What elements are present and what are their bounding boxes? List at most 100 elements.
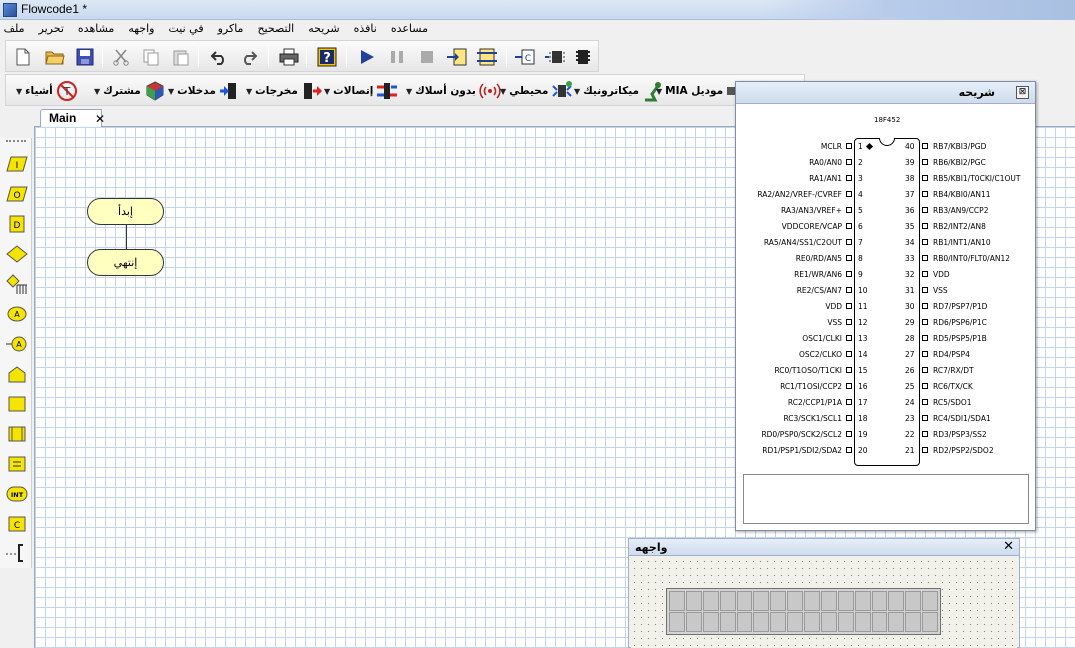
chip-pin-left[interactable]: RE1/WR/AN6 — [794, 268, 852, 280]
chip-pin-right[interactable]: RD3/PSP3/SS2 — [922, 428, 987, 440]
chip-pin-right[interactable]: RC7/RX/DT — [922, 364, 974, 376]
undo-button[interactable] — [208, 46, 230, 68]
pin-connector[interactable] — [846, 287, 852, 293]
end-node[interactable]: إنتهي — [87, 249, 164, 276]
chip-pin-left[interactable]: RA3/AN3/VREF+ — [781, 204, 852, 216]
pin-connector[interactable] — [922, 383, 928, 389]
chip-program-button[interactable] — [572, 46, 594, 68]
chip-pin-left[interactable]: VDDCORE/VCAP — [782, 220, 852, 232]
chip-pin-right[interactable]: RD2/PSP2/SDO2 — [922, 444, 994, 456]
chip-pin-left[interactable]: RE2/CS/AN7 — [797, 284, 852, 296]
pin-connector[interactable] — [846, 271, 852, 277]
redo-button[interactable] — [238, 46, 260, 68]
decision-block-icon[interactable] — [5, 242, 29, 266]
interrupt-block-icon[interactable]: INT — [5, 482, 29, 506]
chip-pin-left[interactable]: MCLR — [821, 140, 852, 152]
pause-button[interactable] — [386, 46, 408, 68]
menu-item-4[interactable]: في نيت — [168, 22, 203, 35]
category-wireless[interactable]: بدون أسلاك ▼ — [406, 79, 501, 103]
tab-main[interactable]: Main ✕ — [40, 109, 105, 127]
pin-connector[interactable] — [922, 431, 928, 437]
copy-button[interactable] — [140, 46, 162, 68]
stop-button[interactable] — [416, 46, 438, 68]
chip-pin-right[interactable]: VDD — [922, 268, 950, 280]
step-over-button[interactable] — [476, 46, 498, 68]
chip-pin-right[interactable]: RB1/INT1/AN10 — [922, 236, 991, 248]
open-button[interactable] — [44, 46, 66, 68]
chip-pin-right[interactable]: RB5/KBI1/T0CKI/C1OUT — [922, 172, 1020, 184]
pin-connector[interactable] — [846, 447, 852, 453]
tab-close-icon[interactable]: ✕ — [95, 112, 105, 126]
chip-pin-left[interactable]: OSC1/CLKI — [802, 332, 852, 344]
pin-connector[interactable] — [922, 319, 928, 325]
comment-block-icon[interactable] — [5, 540, 29, 564]
output-block-icon[interactable]: O — [5, 182, 29, 206]
component-macro-icon[interactable] — [5, 392, 29, 416]
pin-connector[interactable] — [846, 239, 852, 245]
chip-pin-left[interactable]: RC2/CCP1/P1A — [788, 396, 852, 408]
chip-pin-left[interactable]: VDD — [825, 300, 852, 312]
input-block-icon[interactable]: I — [5, 152, 29, 176]
lcd-display[interactable] — [666, 588, 941, 635]
pin-connector[interactable] — [922, 207, 928, 213]
pin-connector[interactable] — [922, 367, 928, 373]
compile-hex-button[interactable] — [544, 46, 566, 68]
pin-connector[interactable] — [846, 143, 852, 149]
cut-button[interactable] — [110, 46, 132, 68]
pin-connector[interactable] — [846, 175, 852, 181]
pin-connector[interactable] — [922, 239, 928, 245]
compile-c-button[interactable]: C — [514, 46, 536, 68]
delay-block-icon[interactable]: D — [5, 212, 29, 236]
chip-pin-left[interactable]: RA1/AN1 — [809, 172, 852, 184]
chip-pin-left[interactable]: RC0/T1OSO/T1CKI — [774, 364, 852, 376]
chip-pin-right[interactable]: RC5/SDO1 — [922, 396, 972, 408]
menu-item-3[interactable]: واجهه — [128, 22, 154, 35]
chip-pin-left[interactable]: RD1/PSP1/SDI2/SDA2 — [762, 444, 852, 456]
chip-pin-left[interactable]: RE0/RD/AN5 — [796, 252, 852, 264]
chip-pin-right[interactable]: RB2/INT2/AN8 — [922, 220, 986, 232]
pin-connector[interactable] — [922, 415, 928, 421]
menu-item-6[interactable]: التصحيح — [257, 22, 294, 35]
pin-connector[interactable] — [922, 303, 928, 309]
pin-connector[interactable] — [922, 159, 928, 165]
panel-close-icon[interactable]: ✕ — [1003, 539, 1014, 554]
chip-pin-left[interactable]: VSS — [827, 316, 852, 328]
menu-item-8[interactable]: نافذه — [354, 22, 377, 35]
new-file-button[interactable] — [12, 46, 34, 68]
menu-item-9[interactable]: مساعده — [391, 22, 428, 35]
software-macro-icon[interactable] — [5, 422, 29, 446]
category-objects[interactable]: T أشياء ▼ — [16, 79, 78, 103]
pin-connector[interactable] — [846, 303, 852, 309]
pin-connector[interactable] — [846, 191, 852, 197]
pin-connector[interactable] — [846, 335, 852, 341]
chip-pin-right[interactable]: VSS — [922, 284, 948, 296]
pin-connector[interactable] — [846, 207, 852, 213]
chip-pin-right[interactable]: RB3/AN9/CCP2 — [922, 204, 988, 216]
panel-window-header[interactable]: واجهه ✕ — [629, 539, 1019, 556]
chip-pin-left[interactable]: RD0/PSP0/SCK2/SCL2 — [761, 428, 852, 440]
chip-pin-left[interactable]: RC1/T1OSI/CCP2 — [780, 380, 852, 392]
chip-pin-right[interactable]: RD4/PSP4 — [922, 348, 970, 360]
chip-pin-right[interactable]: RD5/PSP5/P1B — [922, 332, 987, 344]
pin-connector[interactable] — [922, 255, 928, 261]
category-peripheral[interactable]: محيطي ▼ — [500, 79, 573, 103]
pin-connector[interactable] — [922, 399, 928, 405]
chip-pin-left[interactable]: RA2/AN2/VREF-/CVREF — [757, 188, 852, 200]
chip-pin-right[interactable]: RC6/TX/CK — [922, 380, 973, 392]
pin-connector[interactable] — [922, 335, 928, 341]
category-inputs[interactable]: مدخلات ▼ — [168, 79, 241, 103]
loop-block-icon[interactable] — [5, 362, 29, 386]
c-code-block-icon[interactable]: C — [5, 512, 29, 536]
start-node[interactable]: إبدأ — [87, 198, 164, 225]
pin-connector[interactable] — [922, 143, 928, 149]
pin-connector[interactable] — [922, 223, 928, 229]
palette-grip[interactable] — [6, 140, 26, 143]
chip-pin-left[interactable]: OSC2/CLKO — [799, 348, 852, 360]
pin-connector[interactable] — [846, 399, 852, 405]
chip-pin-right[interactable]: RC4/SDI1/SDA1 — [922, 412, 991, 424]
run-button[interactable] — [356, 46, 378, 68]
menu-item-0[interactable]: ملف — [4, 22, 25, 35]
chip-window-close-icon[interactable]: ⊠ — [1016, 86, 1029, 99]
chip-pin-right[interactable]: RD7/PSP7/P1D — [922, 300, 987, 312]
category-mechatronics[interactable]: ميكاترونيك ▼ — [574, 79, 664, 103]
